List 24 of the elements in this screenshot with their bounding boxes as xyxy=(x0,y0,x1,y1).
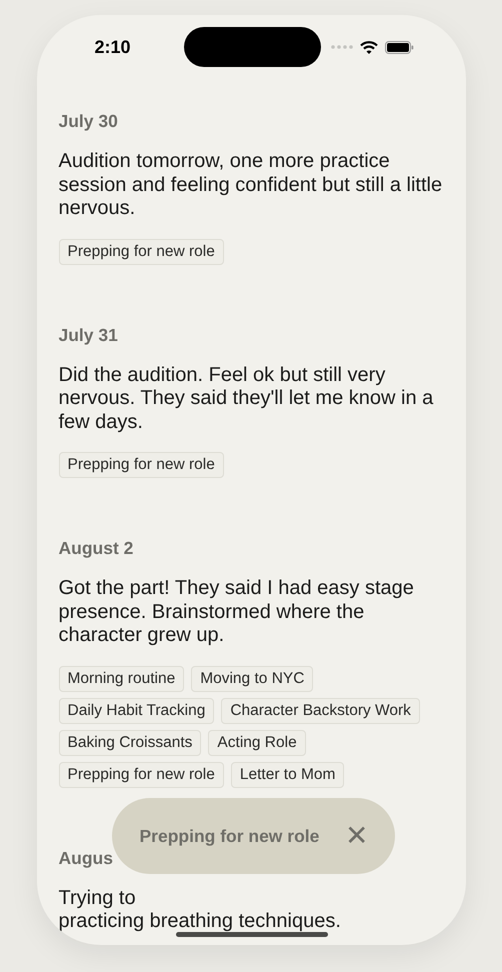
entry-date: July 31 xyxy=(58,324,118,346)
tag-chip[interactable]: Letter to Mom xyxy=(230,762,344,788)
tag-chip[interactable]: Prepping for new role xyxy=(58,238,224,264)
signal-icon xyxy=(330,45,352,49)
entry-text: Did the audition. Feel ok but still very nervous. They said they'll let me know in a few days. xyxy=(58,364,434,434)
tag-chip[interactable]: Prepping for new role xyxy=(58,762,224,788)
entry-text: Trying to xyxy=(58,886,136,910)
tag-chip[interactable]: Daily Habit Tracking xyxy=(58,698,214,724)
entry-date: August 2 xyxy=(58,538,134,559)
entry-text: Audition tomorrow, one more practice session and feeling confident but still a little nervous. xyxy=(58,150,444,220)
battery-icon xyxy=(384,40,414,54)
entry-text: Got the part! They said I had easy stage presence. Brainstormed where the character grew up. xyxy=(58,577,415,648)
entry-date: Augus xyxy=(58,848,113,868)
tag-chip[interactable]: Baking Croissants xyxy=(58,730,202,756)
entry-date: July 30 xyxy=(58,111,118,132)
status-time: 2:10 xyxy=(94,36,131,58)
tag-chip[interactable]: Moving to NYC xyxy=(191,666,314,692)
entry-text: practicing breathing techniques. xyxy=(58,910,341,934)
tag-chip[interactable]: Character Backstory Work xyxy=(221,698,420,724)
wifi-icon xyxy=(360,40,378,54)
tag-chip[interactable]: Prepping for new role xyxy=(58,452,224,478)
filter-label: Prepping for new role xyxy=(140,826,320,846)
tag-chip[interactable]: Acting Role xyxy=(208,730,306,756)
tag-chip[interactable]: Morning routine xyxy=(58,666,184,692)
